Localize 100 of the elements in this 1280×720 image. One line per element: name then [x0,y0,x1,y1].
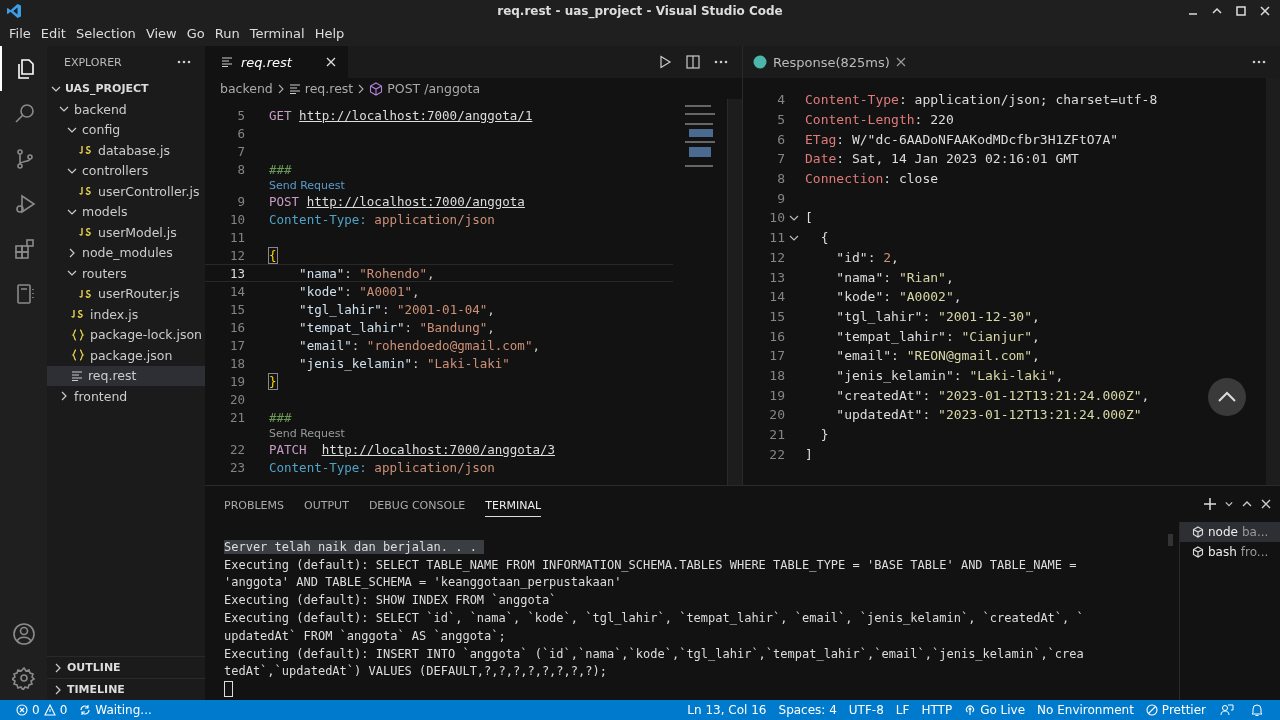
tree-item[interactable]: package-lock.json [47,324,205,345]
status-item[interactable]: LF [889,703,916,717]
line-number: 12 [228,247,245,263]
send-request-link[interactable]: Send Request [269,178,345,192]
chevron-up-icon[interactable] [1242,499,1252,509]
line-number: 17 [228,337,245,353]
menu-item[interactable]: Selection [70,26,141,41]
terminal-line: updatedAt` FROM `anggota` AS `anggota`; [224,628,506,643]
breadcrumb[interactable]: POST /anggota [387,81,481,96]
tree-item[interactable]: database.js [47,140,205,161]
status-item[interactable]: UTF-8 [842,703,890,717]
tree-item[interactable]: userController.js [47,181,205,202]
json-string: "Laki-laki" [427,355,510,371]
terminal-item[interactable]: bash fro... [1180,542,1280,562]
scrollbar[interactable] [1266,78,1280,485]
json-key: "nama" [269,265,345,281]
menu-item[interactable]: Run [209,26,245,41]
editor-tab[interactable]: req.rest [205,46,348,78]
panel-tab[interactable]: OUTPUT [304,491,349,517]
settings-icon[interactable] [11,666,36,690]
scroll-to-top-button[interactable] [1208,378,1246,416]
menu-item[interactable]: Help [309,26,350,41]
terminal-line: Executing (default): SELECT TABLE_NAME FROM INFORMATION_SCHEMA.TABLES WHERE TABLE_TYPE = 'BASE TABLE' AND TABLE_NAME = [224,557,1077,572]
panel-tab[interactable]: PROBLEMS [224,491,285,517]
line-number: 5 [776,112,785,128]
menu-item[interactable]: Edit [35,26,71,41]
play-icon[interactable] [658,55,672,69]
status-item[interactable]: Ln 13, Col 16 [681,703,773,717]
menu-item[interactable]: File [4,26,36,41]
code-text: } [819,427,829,443]
minimap-drawing [685,105,715,167]
tree-item[interactable]: userRouter.js [47,283,205,304]
split-editor-icon[interactable] [686,55,700,69]
code-text: , [487,319,495,335]
section-header[interactable]: OUTLINE [47,656,205,678]
project-header[interactable]: UAS_PROJECT [47,78,205,99]
code-text: : [891,348,900,364]
tree-item[interactable]: routers [47,263,205,284]
chevron-down-icon[interactable] [1225,500,1233,508]
code-text: , [1032,348,1040,364]
panel-tab[interactable]: DEBUG CONSOLE [368,491,466,517]
tree-item[interactable]: index.js [47,304,205,325]
more-actions-icon[interactable] [1252,60,1266,64]
chevron-right-icon [276,83,285,94]
json-number: 2 [883,249,892,265]
tree-item[interactable]: userModel.js [47,222,205,243]
scrollbar[interactable] [1168,534,1173,546]
line-number: 9 [236,193,245,209]
terminal-item[interactable]: node ba... [1180,522,1280,542]
json-string: "2001-12-30" [938,308,1032,324]
menu-item[interactable]: Terminal [244,26,310,41]
tree-item[interactable]: config [47,119,205,140]
code-text: , [412,283,420,299]
scrollbar[interactable] [727,99,742,485]
chevron-up-icon[interactable] [1212,5,1222,16]
close-icon[interactable] [1261,499,1271,509]
comment-text: ### [269,409,292,425]
problems-indicator[interactable]: 0 0 [10,703,74,717]
tree-item[interactable]: req.rest [47,365,205,386]
menu-item[interactable]: Go [181,26,210,41]
maximize-icon[interactable] [1236,5,1246,16]
send-request-link[interactable]: Send Request [269,426,345,440]
status-item[interactable]: HTTP [915,703,959,717]
tree-item[interactable]: node_modules [47,242,205,263]
tree-item[interactable]: backend [47,99,205,120]
more-actions-icon[interactable] [714,60,728,64]
json-key: "kode" [805,289,884,305]
code-text: , [1032,308,1040,324]
line-number: 22 [768,446,785,462]
breadcrumb[interactable]: backend [220,81,273,96]
panel-tab[interactable]: TERMINAL [485,491,542,517]
code-text: [ [805,210,813,226]
tree-item[interactable]: package.json [47,345,205,366]
code-text: : [922,308,932,324]
feedback-icon[interactable] [1220,703,1234,717]
close-icon[interactable] [895,57,906,67]
account-icon[interactable] [11,622,36,646]
bell-icon[interactable] [1250,703,1264,717]
breadcrumb[interactable]: req.rest [304,81,354,96]
line-number: 11 [768,230,785,246]
code-text: : [922,387,932,403]
cube-icon [369,81,384,96]
status-item[interactable]: Prettier [1139,703,1212,717]
sidebar-title: EXPLORER [64,55,122,69]
header-name: Content-Type: [269,211,368,227]
plus-icon[interactable] [1204,498,1216,510]
more-actions-icon[interactable] [177,60,191,64]
status-item[interactable]: Spaces: 4 [772,703,843,717]
request-url: http://localhost:7000/anggota [306,193,525,209]
code-text: { [819,230,829,246]
tree-item[interactable]: frontend [47,386,205,407]
tree-item[interactable]: controllers [47,160,205,181]
status-item[interactable]: No Environment [1031,703,1140,717]
tree-item[interactable]: models [47,201,205,222]
header-name: Content-Length [805,112,915,128]
status-item[interactable]: Go Live [958,703,1032,717]
menu-item[interactable]: View [140,26,182,41]
json-key: "createdAt" [805,387,923,403]
task-status[interactable]: Waiting... [73,703,158,717]
code-text: : Sat, 14 Jan 2023 02:16:01 GMT [836,151,1079,167]
